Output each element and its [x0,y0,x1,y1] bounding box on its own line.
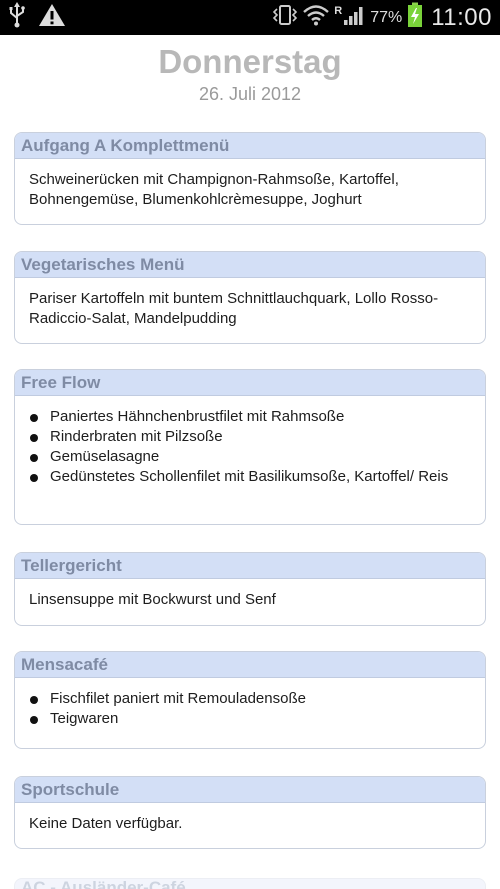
date-subtitle: 26. Juli 2012 [198,84,302,104]
menu-text: Linsensuppe mit Bockwurst und Senf [29,591,276,608]
card-body: Keine Daten verfügbar. [15,803,485,834]
clock: 11:00 [431,3,492,31]
list-item: Rinderbraten mit Pilzsoße [29,427,471,447]
wifi-icon [303,4,330,31]
card-title: Aufgang A Komplettmenü [15,133,485,159]
day-title: Donnerstag [158,43,342,80]
roaming-indicator: R [334,4,343,17]
card-title: Tellergericht [15,553,485,579]
day-header: Donnerstag 26. Juli 2012 [0,42,500,105]
menu-list: Fischfilet paniert mit Remouladensoße Te… [29,689,471,729]
menu-card-mensacafe: Mensacafé Fischfilet paniert mit Remoula… [14,651,486,749]
menu-card-tellergericht: Tellergericht Linsensuppe mit Bockwurst … [14,552,486,626]
menu-card-partial: AC - Ausländer-Café [14,878,486,889]
card-title: Sportschule [15,777,485,803]
list-item: Teigwaren [29,709,471,729]
card-body: Pariser Kartoffeln mit buntem Schnittlau… [15,278,485,329]
list-item: Gemüselasagne [29,447,471,467]
card-title: Free Flow [15,370,485,396]
signal-icon [343,4,365,31]
menu-card-free-flow: Free Flow Paniertes Hähnchenbrustfilet m… [14,369,486,525]
card-body: Linsensuppe mit Bockwurst und Senf [15,579,485,610]
card-body: Fischfilet paniert mit Remouladensoße Te… [15,678,485,729]
menu-text: Pariser Kartoffeln mit buntem Schnittlau… [29,290,439,327]
menu-text: Schweinerücken mit Champignon-Rahmsoße, … [29,171,399,208]
card-body: Paniertes Hähnchenbrustfilet mit Rahmsoß… [15,396,485,487]
list-item: Paniertes Hähnchenbrustfilet mit Rahmsoß… [29,407,471,427]
list-item: Gedünstetes Schollenfilet mit Basilikums… [29,467,471,487]
card-title: Vegetarisches Menü [15,252,485,278]
status-right-icons: R 77% 11:00 [272,0,492,35]
card-title: AC - Ausländer-Café [21,878,186,889]
card-title: Mensacafé [15,652,485,678]
menu-list: Paniertes Hähnchenbrustfilet mit Rahmsoß… [29,407,471,487]
card-body: Schweinerücken mit Champignon-Rahmsoße, … [15,159,485,210]
usb-icon [8,2,26,33]
list-item: Fischfilet paniert mit Remouladensoße [29,689,471,709]
warning-icon [38,3,66,32]
battery-percent: 77% [370,8,403,26]
battery-icon [407,2,423,33]
menu-text: Keine Daten verfügbar. [29,815,183,832]
vibrate-icon [272,4,298,31]
menu-card-vegetarisch: Vegetarisches Menü Pariser Kartoffeln mi… [14,251,486,344]
status-bar: R 77% 11:00 [0,0,500,35]
status-left-icons [8,2,66,33]
menu-card-sportschule: Sportschule Keine Daten verfügbar. [14,776,486,849]
menu-card-aufgang-a: Aufgang A Komplettmenü Schweinerücken mi… [14,132,486,225]
